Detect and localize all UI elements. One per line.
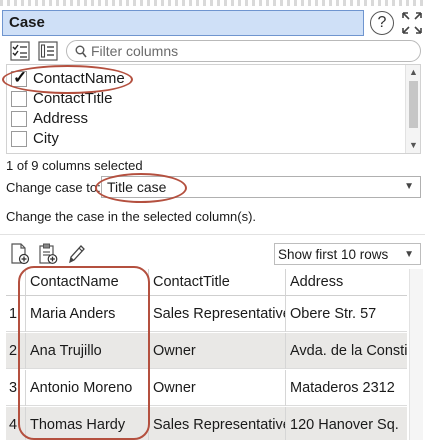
table-row: 4 Thomas Hardy Sales Representative 120 … — [6, 407, 407, 440]
check-icon: ✓ — [13, 68, 28, 87]
pencil-icon[interactable] — [66, 243, 86, 264]
column-label: City — [33, 130, 59, 147]
preview-table: ContactName ContactTitle Address 1 Maria… — [6, 269, 407, 440]
selection-status: 1 of 9 columns selected — [6, 158, 143, 173]
transform-description: Change the case in the selected column(s… — [6, 209, 257, 224]
row-number: 2 — [6, 333, 26, 369]
torn-edge — [0, 0, 425, 6]
column-item-city[interactable]: City — [11, 129, 401, 149]
transform-title: Case — [2, 10, 364, 36]
table-cell: 120 Hanover Sq. — [290, 417, 399, 433]
column-label: Address — [33, 110, 89, 127]
table-cell: Antonio Moreno — [26, 370, 149, 406]
filter-columns-field[interactable] — [66, 40, 421, 62]
column-checkbox[interactable]: ✓ — [11, 68, 28, 87]
clipboard-add-icon[interactable] — [38, 243, 58, 264]
column-label: ContactTitle — [33, 90, 113, 107]
column-header-contacttitle[interactable]: ContactTitle — [149, 269, 286, 296]
column-checkbox[interactable] — [11, 111, 27, 127]
add-document-icon[interactable] — [10, 243, 30, 265]
table-row: 2 Ana Trujillo Owner Avda. de la Constit — [6, 333, 407, 369]
column-checkbox[interactable] — [11, 91, 27, 107]
column-header-rownum — [6, 269, 26, 296]
table-cell: Ana Trujillo — [26, 333, 149, 369]
column-item-address[interactable]: Address — [11, 109, 401, 129]
table-cell: Thomas Hardy — [26, 407, 149, 440]
show-rows-dropdown[interactable]: Show first 10 rows ▼ — [274, 243, 421, 265]
table-cell: Owner — [149, 333, 286, 369]
deselect-all-columns-icon[interactable] — [38, 41, 58, 61]
table-row: 3 Antonio Moreno Owner Mataderos 2312 — [6, 370, 407, 406]
scroll-up-icon[interactable]: ▲ — [409, 67, 418, 77]
table-cell: Maria Anders — [26, 296, 149, 332]
change-case-value: Title case — [107, 179, 167, 195]
change-case-label: Change case to: — [6, 180, 101, 195]
select-all-columns-icon[interactable] — [10, 41, 30, 61]
table-cell: Sales Representative — [149, 407, 286, 440]
column-list: ✓ ContactName ContactTitle Address City … — [6, 64, 421, 154]
divider — [0, 234, 425, 235]
table-cell: Avda. de la Constit — [290, 343, 407, 359]
column-item-contactname[interactable]: ✓ ContactName — [11, 68, 401, 89]
row-number: 3 — [6, 370, 26, 406]
row-number: 4 — [6, 407, 26, 440]
scroll-down-icon[interactable]: ▼ — [409, 140, 418, 150]
scrollbar-thumb[interactable] — [409, 81, 418, 128]
table-cell: Sales Representative — [149, 296, 286, 332]
column-label: ContactName — [33, 70, 125, 87]
column-header-contactname[interactable]: ContactName — [26, 269, 149, 296]
column-item-contacttitle[interactable]: ContactTitle — [11, 89, 401, 109]
expand-icon[interactable] — [400, 10, 424, 36]
column-list-scrollbar[interactable]: ▲ ▼ — [405, 65, 420, 153]
table-cell: Obere Str. 57 — [290, 306, 377, 322]
table-vertical-scrollbar[interactable] — [409, 269, 423, 440]
change-case-dropdown[interactable]: Title case ▼ — [101, 176, 421, 198]
search-icon — [75, 45, 87, 58]
show-rows-value: Show first 10 rows — [278, 247, 389, 262]
filter-columns-input[interactable] — [89, 42, 409, 60]
table-row: 1 Maria Anders Sales Representative Ober… — [6, 296, 407, 332]
column-checkbox[interactable] — [11, 131, 27, 147]
dialog-header: Case ? — [2, 8, 423, 38]
help-button[interactable]: ? — [370, 11, 394, 35]
table-cell: Owner — [149, 370, 286, 406]
table-cell: Mataderos 2312 — [290, 380, 395, 396]
row-number: 1 — [6, 296, 26, 332]
dropdown-arrow-icon: ▼ — [404, 249, 414, 260]
dropdown-arrow-icon: ▼ — [404, 181, 414, 192]
column-header-address[interactable]: Address — [286, 269, 407, 296]
